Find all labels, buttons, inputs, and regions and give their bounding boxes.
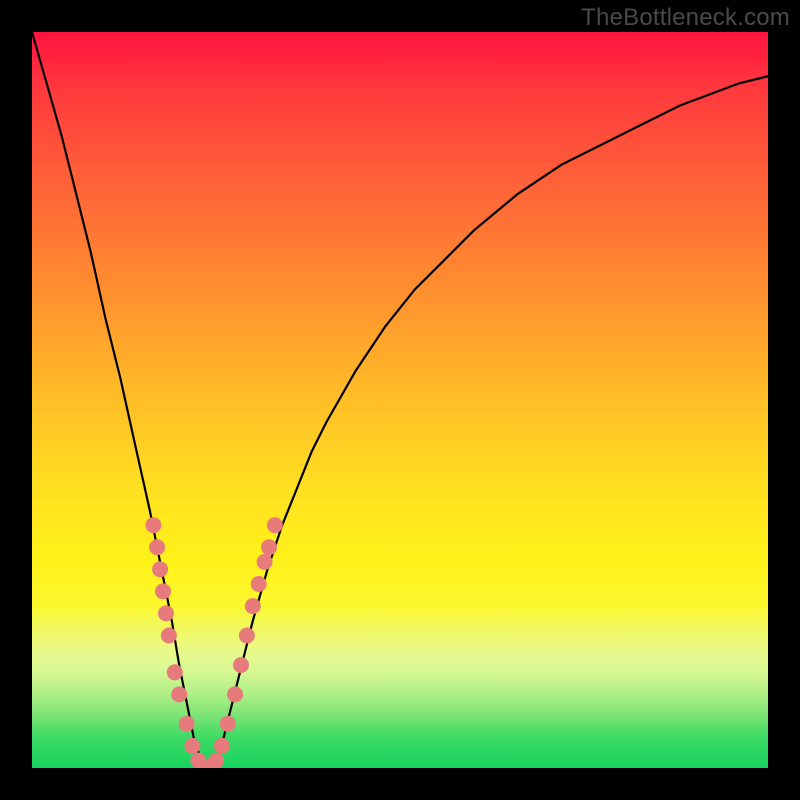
plot-area	[32, 32, 768, 768]
marker-dot	[208, 753, 224, 768]
marker-dot	[257, 554, 273, 570]
marker-dot	[233, 657, 249, 673]
marker-dot	[267, 517, 283, 533]
marker-dot	[171, 686, 187, 702]
watermark-text: TheBottleneck.com	[581, 4, 790, 32]
marker-dot	[227, 686, 243, 702]
marker-dot	[245, 598, 261, 614]
marker-dot	[167, 664, 183, 680]
marker-dot	[155, 583, 171, 599]
marker-dot	[214, 738, 230, 754]
marker-dot	[161, 628, 177, 644]
marker-dot	[152, 561, 168, 577]
chart-svg	[32, 32, 768, 768]
marker-dot	[145, 517, 161, 533]
marker-dot	[261, 539, 277, 555]
marker-dot	[158, 605, 174, 621]
outer-frame: TheBottleneck.com	[0, 0, 800, 800]
bottleneck-curve	[32, 32, 768, 768]
marker-dot	[179, 716, 195, 732]
marker-dot	[149, 539, 165, 555]
marker-dot	[251, 576, 267, 592]
marker-dot	[220, 716, 236, 732]
marker-dot	[184, 738, 200, 754]
marker-dot	[239, 628, 255, 644]
marker-layer	[145, 517, 283, 768]
